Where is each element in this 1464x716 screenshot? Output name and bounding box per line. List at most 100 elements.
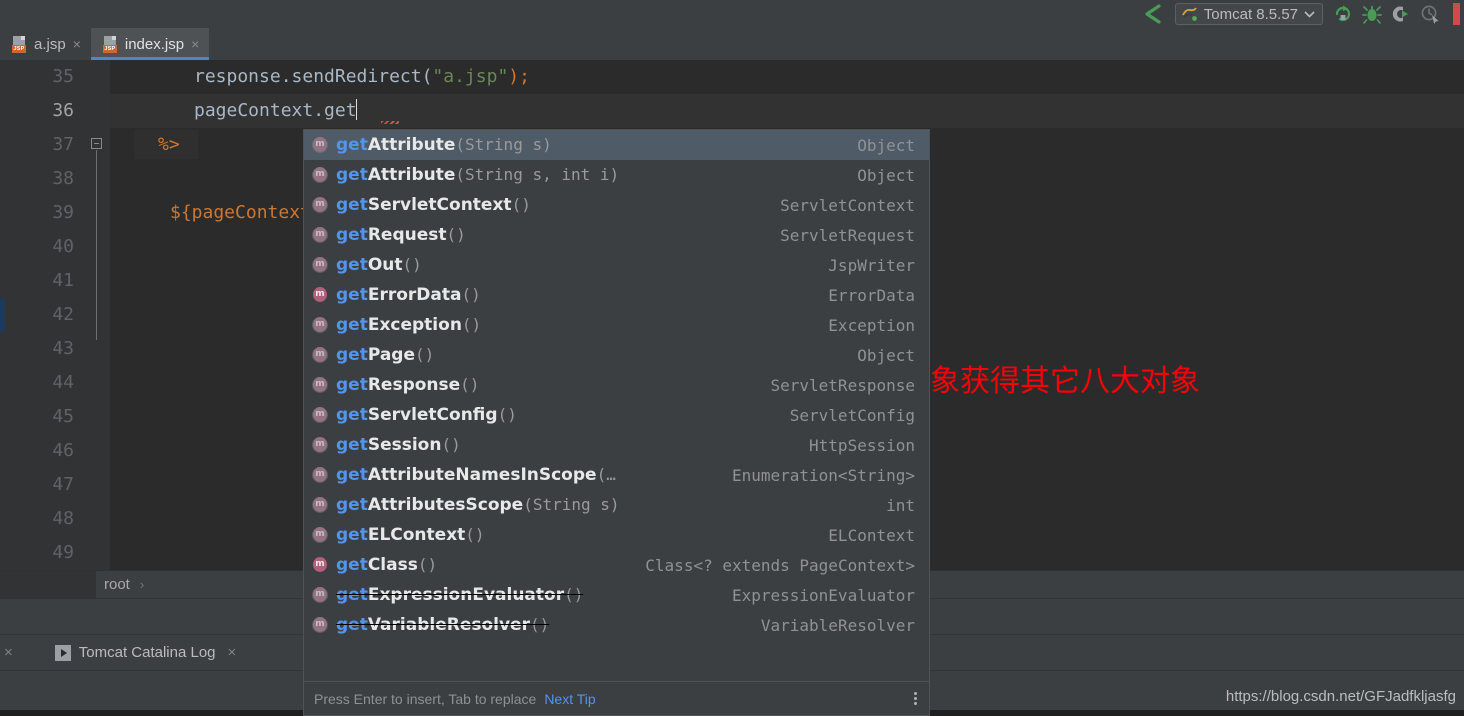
line-number: 39 <box>52 202 74 223</box>
line-number: 37 <box>52 134 74 155</box>
completion-item-name: getException() <box>336 315 482 335</box>
completion-item-name: getOut() <box>336 255 422 275</box>
method-icon: m <box>312 377 328 393</box>
ide-window: Tomcat 8.5.57 JSP a.jsp × JSP index.jsp … <box>0 0 1464 716</box>
completion-item[interactable]: m getException() Exception <box>304 310 929 340</box>
line-number: 38 <box>52 168 74 189</box>
line-number-gutter: 35 36 37 38 39 40 41 42 43 44 45 46 47 4… <box>5 60 88 570</box>
log-tab-label: Tomcat Catalina Log <box>78 644 216 661</box>
completion-item[interactable]: m getErrorData() ErrorData <box>304 280 929 310</box>
method-icon: m <box>312 287 328 303</box>
line-number: 47 <box>52 474 74 495</box>
completion-item-type: Class<? extends PageContext> <box>645 555 915 575</box>
completion-item[interactable]: m getVariableResolver() VariableResolver <box>304 610 929 640</box>
line-number: 35 <box>52 66 74 87</box>
completion-item-type: ExpressionEvaluator <box>731 585 915 605</box>
line-number: 36 <box>52 100 74 121</box>
run-icon <box>54 644 71 661</box>
completion-item[interactable]: m getServletConfig() ServletConfig <box>304 400 929 430</box>
line-number: 46 <box>52 440 74 461</box>
completion-item-name: getVariableResolver() <box>336 615 550 635</box>
watermark-url: https://blog.csdn.net/GFJadfkljasfg <box>1225 688 1456 705</box>
method-icon: m <box>312 497 328 513</box>
method-icon: m <box>312 137 328 153</box>
completion-item-name: getResponse() <box>336 375 480 395</box>
completion-item-name: getAttribute(String s, int i) <box>336 165 620 185</box>
fold-region-line <box>96 150 97 340</box>
completion-item[interactable]: m getPage() Object <box>304 340 929 370</box>
run-with-coverage-icon[interactable] <box>1391 4 1411 24</box>
method-icon: m <box>312 197 328 213</box>
completion-item[interactable]: m getRequest() ServletRequest <box>304 220 929 250</box>
completion-item-type: ErrorData <box>828 285 915 305</box>
close-icon[interactable]: × <box>73 37 81 51</box>
completion-item-name: getServletContext() <box>336 195 531 215</box>
profiler-icon[interactable] <box>1420 4 1440 24</box>
completion-list[interactable]: m getAttribute(String s) Object m getAttribu… <box>304 130 929 681</box>
completion-item-name: getELContext() <box>336 525 485 545</box>
code-folding-gutter[interactable] <box>88 60 110 570</box>
completion-item-type: Object <box>857 165 915 185</box>
completion-item[interactable]: m getExpressionEvaluator() ExpressionEvalu… <box>304 580 929 610</box>
debug-icon[interactable] <box>1362 4 1382 24</box>
method-icon: m <box>312 587 328 603</box>
code-line-35: response.sendRedirect("a.jsp"); <box>194 66 530 87</box>
completion-item[interactable]: m getELContext() ELContext <box>304 520 929 550</box>
fold-marker-icon[interactable] <box>91 138 102 149</box>
close-icon[interactable]: × <box>191 37 199 51</box>
completion-item[interactable]: m getClass() Class<? extends PageContext> <box>304 550 929 580</box>
hide-panel-icon[interactable]: × <box>0 644 19 661</box>
completion-item-type: ServletConfig <box>789 405 915 425</box>
line-number: 40 <box>52 236 74 257</box>
completion-item-type: Object <box>857 345 915 365</box>
stop-icon[interactable] <box>1453 3 1460 25</box>
completion-item-type: Exception <box>828 315 915 335</box>
tab-a-jsp[interactable]: JSP a.jsp × <box>0 28 91 60</box>
completion-item[interactable]: m getAttribute(String s, int i) Object <box>304 160 929 190</box>
run-configuration-selector[interactable]: Tomcat 8.5.57 <box>1174 3 1323 25</box>
text-caret <box>355 99 357 120</box>
completion-item-type: JspWriter <box>828 255 915 275</box>
method-icon: m <box>312 557 328 573</box>
method-icon: m <box>312 167 328 183</box>
completion-item-type: HttpSession <box>809 435 915 455</box>
completion-item-name: getAttribute(String s) <box>336 135 552 155</box>
completion-item-type: ServletResponse <box>770 375 916 395</box>
completion-item-name: getServletConfig() <box>336 405 517 425</box>
rerun-icon[interactable] <box>1333 4 1353 24</box>
completion-item[interactable]: m getServletContext() ServletContext <box>304 190 929 220</box>
completion-item-name: getPage() <box>336 345 435 365</box>
main-toolbar: Tomcat 8.5.57 <box>0 0 1464 28</box>
code-completion-popup[interactable]: m getAttribute(String s) Object m getAttribu… <box>303 129 930 716</box>
breadcrumb-gutter-spacer <box>0 571 96 598</box>
completion-item-name: getExpressionEvaluator() <box>336 585 584 605</box>
completion-item-name: getAttributesScope(String s) <box>336 495 620 515</box>
completion-item[interactable]: m getAttributeNamesInScope(… Enumeration<S… <box>304 460 929 490</box>
next-tip-link[interactable]: Next Tip <box>544 691 595 707</box>
tab-label: index.jsp <box>124 35 185 53</box>
tab-index-jsp[interactable]: JSP index.jsp × <box>90 28 210 60</box>
completion-item-type: int <box>886 495 915 515</box>
completion-item-name: getClass() <box>336 555 438 575</box>
line-number: 49 <box>52 542 74 563</box>
completion-item-type: Enumeration<String> <box>731 465 915 485</box>
breadcrumb-item-root[interactable]: root <box>96 576 130 593</box>
completion-item-type: Object <box>857 135 915 155</box>
completion-item[interactable]: m getOut() JspWriter <box>304 250 929 280</box>
completion-item[interactable]: m getAttribute(String s) Object <box>304 130 929 160</box>
close-icon[interactable]: × <box>224 644 243 661</box>
completion-item[interactable]: m getResponse() ServletResponse <box>304 370 929 400</box>
completion-item-name: getRequest() <box>336 225 466 245</box>
line-number: 41 <box>52 270 74 291</box>
completion-item-name: getErrorData() <box>336 285 481 305</box>
log-tab-tomcat-catalina[interactable]: Tomcat Catalina Log × <box>54 644 243 661</box>
more-options-icon[interactable] <box>910 688 921 709</box>
method-icon: m <box>312 407 328 423</box>
editor-tab-bar: JSP a.jsp × JSP index.jsp × <box>0 28 1464 60</box>
code-line-36: pageContext.get <box>110 94 1464 128</box>
back-arrow-icon[interactable] <box>1139 3 1165 25</box>
line-number: 42 <box>52 304 74 325</box>
completion-item[interactable]: m getAttributesScope(String s) int <box>304 490 929 520</box>
completion-item[interactable]: m getSession() HttpSession <box>304 430 929 460</box>
method-icon: m <box>312 227 328 243</box>
